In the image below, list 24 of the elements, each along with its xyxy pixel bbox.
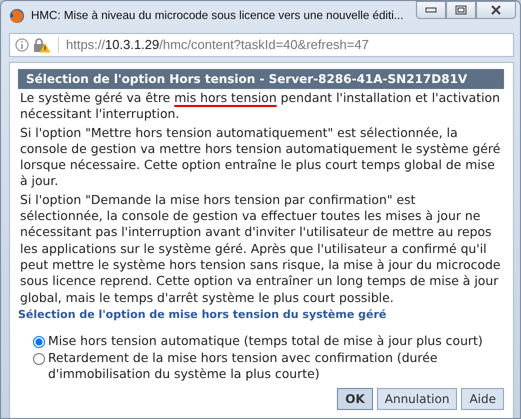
- window-title: HMC: Mise à niveau du microcode sous licence vers une nouvelle éditi...: [31, 8, 404, 24]
- close-icon: [490, 5, 502, 15]
- lock-warning-icon: [33, 38, 51, 52]
- dialog-button[interactable]: OK: [337, 388, 373, 410]
- intro-paragraph: Le système géré va être mis hors tension pendant l'installation et l'activation nécessitant l'interruption.: [19, 90, 501, 123]
- address-bar[interactable]: https://10.3.1.29/hmc/content?taskId=40&refresh=47: [9, 33, 514, 57]
- option-label: Mise hors tension automatique (temps total de mise à jour plus court): [48, 333, 483, 350]
- option-label: Retardement de la mise hors tension avec confirmation (durée d'immobilisation du système la plus courte): [48, 350, 438, 383]
- dialog-button[interactable]: Annulation: [376, 388, 458, 410]
- description-paragraph: Si l'option "Demande la mise hors tension par confirmation" est sélectionnée, la console de gestion va effectuer toutes les mises à jour ne nécessitant pas l'interruption avant d'inviter l'utilisateur de mettre au repos les applications sur le système géré. Après que l'utilisateur a confirmé qu'il peut mettre le système hors tension sans risque, la mise à jour du microcode sous licence reprend. Cette option va entraîner un long temps de mise à jour global, mais le temps d'arrêt système le plus court possible.: [19, 192, 502, 306]
- maximize-button[interactable]: [446, 1, 476, 19]
- description-paragraph: Si l'option "Mettre hors tension automatiquement" est sélectionnée, la console de gestion va mettre hors tension automatiquement le système géré lorsque nécessaire. Cette option entraîne le plus court temps global de mise à jour.: [19, 124, 502, 190]
- radio-button[interactable]: [33, 336, 45, 348]
- section-header: Sélection de l'option Hors tension - Server-8286-41A-SN217D81V: [18, 69, 504, 89]
- url-text: https://10.3.1.29/hmc/content?taskId=40&refresh=47: [66, 36, 369, 54]
- options-heading: Sélection de l'option de mise hors tension du système géré: [18, 306, 388, 323]
- minimize-button[interactable]: [416, 1, 446, 19]
- restore-icon: [455, 5, 467, 15]
- dialog-button[interactable]: Aide: [461, 388, 504, 410]
- close-button[interactable]: [476, 1, 516, 19]
- minimize-icon: [425, 6, 437, 14]
- info-icon: [15, 38, 29, 52]
- radio-button[interactable]: [33, 352, 45, 365]
- browser-logo-icon: [9, 8, 25, 24]
